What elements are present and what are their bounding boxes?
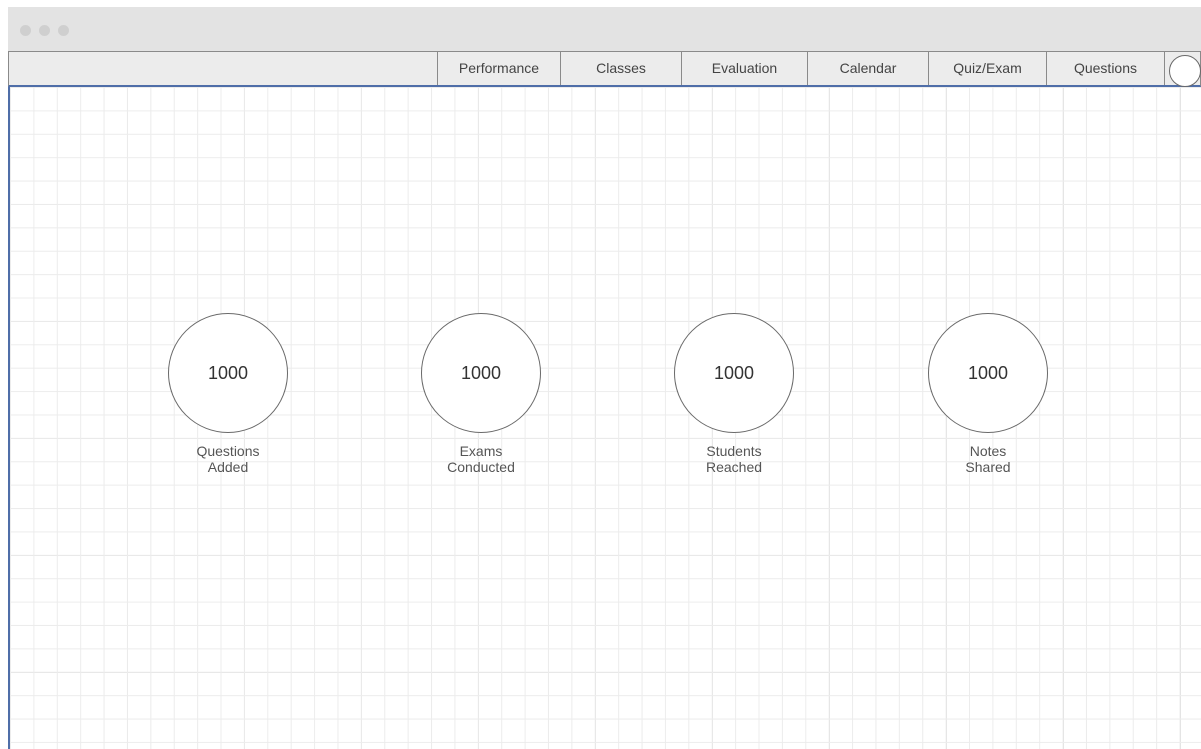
nav-evaluation[interactable]: Evaluation xyxy=(681,52,807,85)
user-avatar[interactable] xyxy=(1169,55,1201,87)
stat-circle: 1000 xyxy=(421,313,541,433)
stat-label: Students Reached xyxy=(705,443,763,475)
stat-label: Exams Conducted xyxy=(447,443,515,475)
nav-classes[interactable]: Classes xyxy=(560,52,681,85)
nav-quiz-exam[interactable]: Quiz/Exam xyxy=(928,52,1046,85)
window-titlebar xyxy=(8,7,1201,51)
window-close-dot[interactable] xyxy=(20,25,31,36)
nav-questions[interactable]: Questions xyxy=(1046,52,1164,85)
stat-circle: 1000 xyxy=(674,313,794,433)
stat-exams-conducted: 1000 Exams Conducted xyxy=(421,313,541,475)
stat-questions-added: 1000 Questions Added xyxy=(168,313,288,475)
stat-label: Questions Added xyxy=(196,443,260,475)
stat-circle: 1000 xyxy=(168,313,288,433)
nav-performance[interactable]: Performance xyxy=(437,52,560,85)
stat-circle: 1000 xyxy=(928,313,1048,433)
dashboard-canvas: 1000 Questions Added 1000 Exams Conducte… xyxy=(8,87,1201,749)
stat-label: Notes Shared xyxy=(965,443,1011,475)
stat-students-reached: 1000 Students Reached xyxy=(674,313,794,475)
top-navbar: Performance Classes Evaluation Calendar … xyxy=(8,51,1201,87)
nav-calendar[interactable]: Calendar xyxy=(807,52,928,85)
stat-notes-shared: 1000 Notes Shared xyxy=(928,313,1048,475)
window-minimize-dot[interactable] xyxy=(39,25,50,36)
window-maximize-dot[interactable] xyxy=(58,25,69,36)
browser-window: Performance Classes Evaluation Calendar … xyxy=(8,7,1201,749)
